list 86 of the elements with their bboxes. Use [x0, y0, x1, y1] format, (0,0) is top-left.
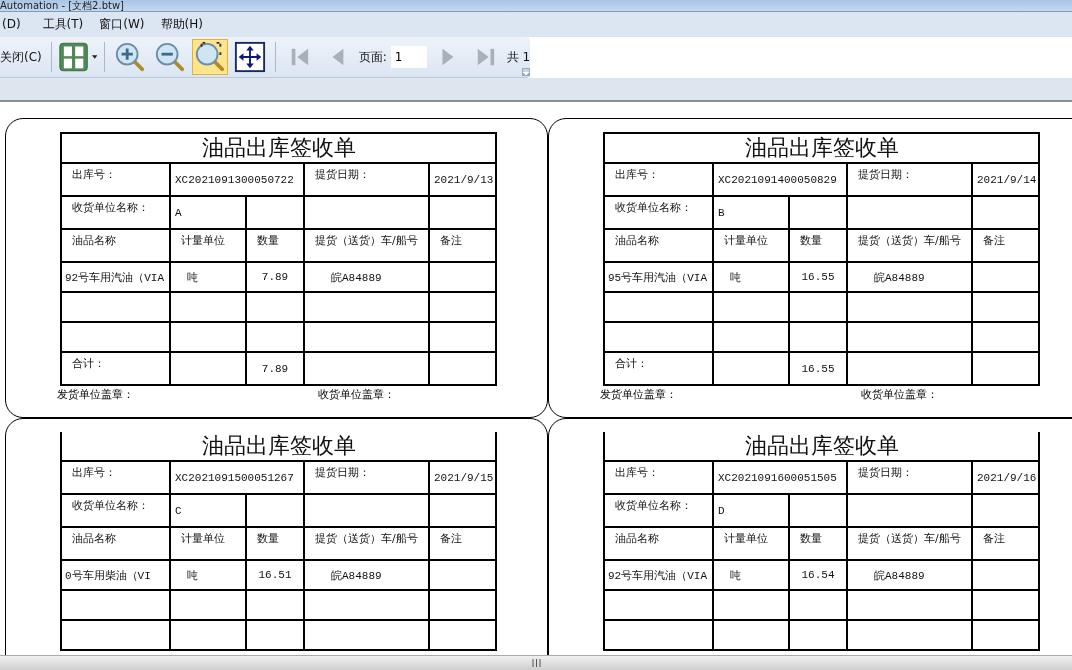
table-cell: 提货日期：	[304, 461, 429, 494]
column-header: 计量单位	[713, 527, 789, 560]
page-input[interactable]: 1	[390, 46, 427, 68]
column-header: 提货（送货）车/船号	[847, 527, 972, 560]
stamp-label: 发货单位盖章：	[57, 387, 135, 402]
table-cell: 16.55	[789, 262, 847, 292]
scroll-bar[interactable]	[0, 655, 1072, 670]
table-cell: 出库号：	[604, 461, 713, 494]
column-header: 备注	[429, 527, 497, 560]
table-cell: 收货单位名称：	[604, 196, 713, 229]
column-header: 数量	[246, 229, 304, 262]
column-header: 备注	[972, 527, 1040, 560]
form-title: 油品出库签收单	[61, 432, 497, 461]
table-cell: 95号车用汽油（VIA	[604, 262, 713, 292]
table-cell: 收货单位名称：	[61, 494, 170, 527]
table-cell: 提货日期：	[847, 163, 972, 196]
table-cell: 吨	[713, 262, 789, 292]
table-cell: 皖A84889	[304, 262, 429, 292]
table-cell: 皖A84889	[847, 262, 972, 292]
column-header: 油品名称	[604, 229, 713, 262]
table-cell: 92号车用汽油（VIA	[61, 262, 170, 292]
page-label: 页面:	[358, 48, 387, 66]
column-header: 数量	[246, 527, 304, 560]
table-cell: 16.55	[789, 352, 847, 385]
table-cell: D	[713, 494, 789, 527]
column-header: 提货（送货）车/船号	[847, 229, 972, 262]
table-cell: XC2021091600051505	[713, 461, 847, 494]
table-cell: 2021/9/13	[429, 163, 497, 196]
table-cell: 16.51	[246, 560, 304, 590]
table-cell: B	[713, 196, 789, 229]
column-header: 提货（送货）车/船号	[304, 527, 429, 560]
table-cell: 2021/9/15	[429, 461, 497, 494]
menu-item[interactable]: 窗口(W)	[91, 15, 153, 33]
table-cell: 2021/9/16	[972, 461, 1040, 494]
table-cell: 吨	[170, 262, 246, 292]
table-cell: 皖A84889	[847, 560, 972, 590]
caret-icon[interactable]	[91, 55, 98, 59]
table-cell: 提货日期：	[847, 461, 972, 494]
table-cell: 合计：	[604, 352, 713, 385]
column-header: 油品名称	[61, 527, 170, 560]
table-cell: 收货单位名称：	[61, 196, 170, 229]
table-cell: 出库号：	[61, 461, 170, 494]
grip-icon[interactable]	[531, 659, 541, 667]
table-cell: 7.89	[246, 352, 304, 385]
form-title: 油品出库签收单	[604, 432, 1040, 461]
table-cell: 0号车用柴油（VI	[61, 560, 170, 590]
stamp-label: 发货单位盖章：	[600, 387, 678, 402]
table-cell: XC2021091400050829	[713, 163, 847, 196]
column-header: 数量	[789, 527, 847, 560]
column-header: 油品名称	[61, 229, 170, 262]
column-header: 油品名称	[604, 527, 713, 560]
menu-item[interactable]: 工具(T)	[34, 15, 92, 33]
table-cell: XC2021091300050722	[170, 163, 304, 196]
table-cell: C	[170, 494, 246, 527]
layout-grid-icon[interactable]	[58, 41, 88, 73]
table-cell: 16.54	[789, 560, 847, 590]
table-cell: 吨	[713, 560, 789, 590]
overflow-icon[interactable]	[522, 68, 530, 76]
table-cell: 合计：	[61, 352, 170, 385]
table-cell: 皖A84889	[304, 560, 429, 590]
column-header: 备注	[429, 229, 497, 262]
stamp-label: 收货单位盖章：	[861, 387, 939, 402]
column-header: 数量	[789, 229, 847, 262]
table-cell: 提货日期：	[304, 163, 429, 196]
table-cell: A	[170, 196, 246, 229]
table-cell: XC2021091500051267	[170, 461, 304, 494]
page-total: 共 1	[506, 48, 530, 66]
column-header: 计量单位	[713, 229, 789, 262]
table-cell: 7.89	[246, 262, 304, 292]
table-cell: 2021/9/14	[972, 163, 1040, 196]
column-header: 备注	[972, 229, 1040, 262]
table-cell: 出库号：	[61, 163, 170, 196]
column-header: 计量单位	[170, 527, 246, 560]
close-button[interactable]: 关闭(C)	[0, 48, 44, 66]
window-title: Automation - [文档2.btw]	[0, 0, 124, 11]
stamp-label: 收货单位盖章：	[318, 387, 396, 402]
menu-item[interactable]: (D)	[0, 17, 29, 32]
table-cell: 92号车用汽油（VIA	[604, 560, 713, 590]
column-header: 提货（送货）车/船号	[304, 229, 429, 262]
column-header: 计量单位	[170, 229, 246, 262]
table-cell: 收货单位名称：	[604, 494, 713, 527]
form-title: 油品出库签收单	[61, 133, 497, 163]
table-cell: 吨	[170, 560, 246, 590]
table-cell: 出库号：	[604, 163, 713, 196]
menu-item[interactable]: 帮助(H)	[152, 15, 211, 33]
form-title: 油品出库签收单	[604, 133, 1040, 163]
